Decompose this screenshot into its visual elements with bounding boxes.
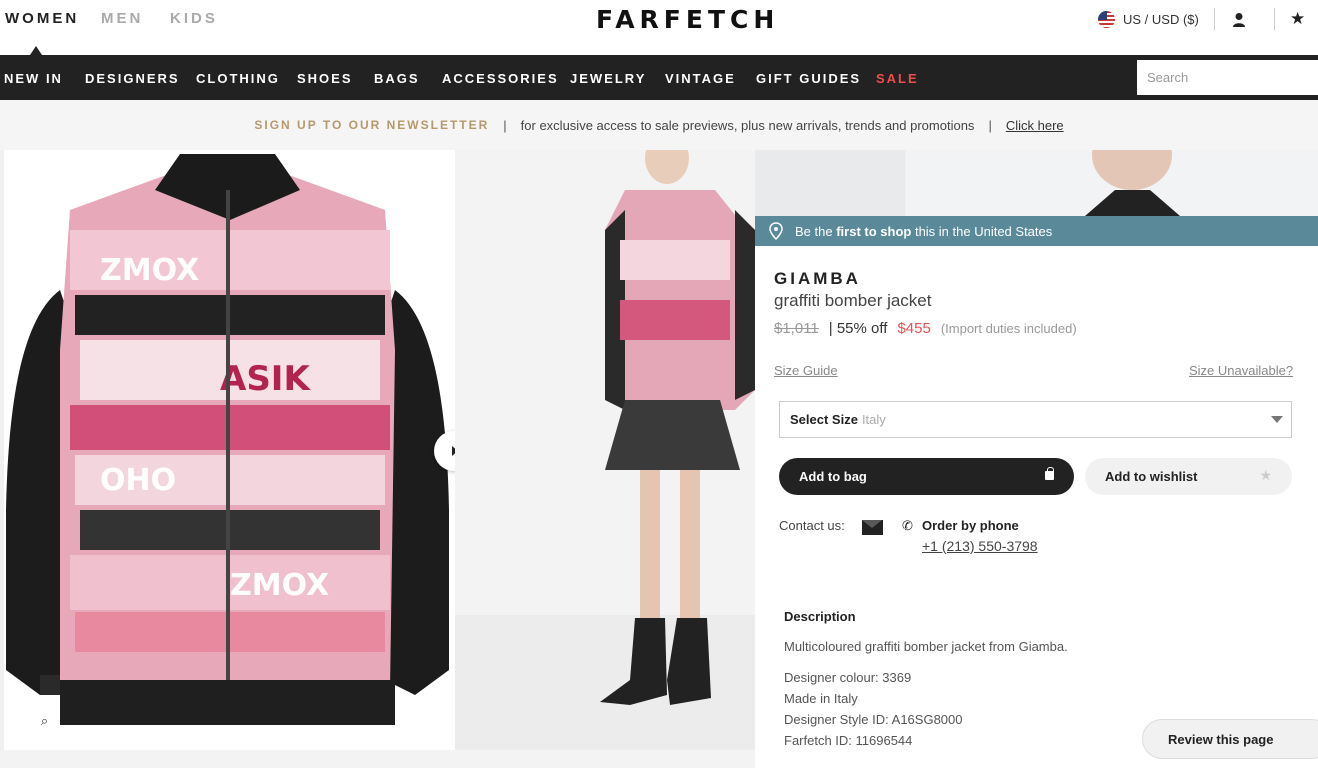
first-to-shop-banner: Be the first to shop this in the United …: [755, 216, 1318, 246]
newsletter-link[interactable]: Click here: [1006, 118, 1064, 133]
add-to-wishlist-button[interactable]: Add to wishlist ★: [1085, 458, 1292, 495]
discount: | 55% off: [828, 320, 888, 337]
svg-text:ZMOX: ZMOX: [230, 568, 329, 603]
chevron-down-icon: [1271, 416, 1283, 423]
designer-colour: Designer colour: 3369: [784, 670, 912, 685]
nav-clothing[interactable]: CLOTHING: [196, 71, 280, 86]
wishlist-star-icon[interactable]: ★: [1290, 9, 1305, 29]
phone-icon: ✆: [902, 518, 913, 533]
account-icon[interactable]: [1232, 12, 1246, 28]
size-guide-link[interactable]: Size Guide: [774, 363, 838, 378]
price-row: $1,011 | 55% off $455 (Import duties inc…: [774, 320, 1077, 337]
banner-text: Be the first to shop this in the United …: [795, 224, 1052, 239]
svg-text:ZMOX: ZMOX: [100, 253, 199, 288]
old-price: $1,011: [774, 320, 819, 337]
designer-style-id: Designer Style ID: A16SG8000: [784, 712, 963, 727]
nav-vintage[interactable]: VINTAGE: [665, 71, 736, 86]
farfetch-logo[interactable]: FARFETCH: [596, 5, 779, 34]
jacket-image: ZMOX ASIK OHO ZMOX: [0, 150, 455, 750]
svg-text:ASIK: ASIK: [220, 359, 311, 399]
newsletter-text: for exclusive access to sale previews, p…: [520, 117, 975, 133]
nav-new-in[interactable]: NEW IN: [4, 71, 63, 86]
region-label: US / USD ($): [1123, 12, 1199, 27]
nav-accessories[interactable]: ACCESSORIES: [442, 71, 559, 86]
banner-prefix: Be the: [795, 223, 833, 239]
nav-shoes[interactable]: SHOES: [297, 71, 353, 86]
designer-name[interactable]: GIAMBA: [774, 269, 861, 289]
size-unavailable-link[interactable]: Size Unavailable?: [1189, 363, 1293, 378]
search-input[interactable]: [1137, 60, 1318, 95]
order-by-phone-label: Order by phone: [922, 518, 1019, 533]
farfetch-id: Farfetch ID: 11696544: [784, 733, 913, 748]
peek-image: [755, 150, 1318, 216]
size-select-dropdown[interactable]: Select Size Italy: [779, 401, 1292, 438]
size-select-label: Select Size: [790, 412, 858, 427]
newsletter-title: SIGN UP TO OUR NEWSLETTER: [254, 118, 490, 132]
gender-tab-men[interactable]: MEN: [101, 10, 143, 27]
location-pin-icon: [769, 222, 783, 240]
divider: [1214, 8, 1215, 30]
sale-price: $455: [897, 320, 931, 337]
zoom-icon[interactable]: ⌕: [29, 705, 60, 736]
model-image: [455, 150, 755, 750]
nav-gift-guides[interactable]: GIFT GUIDES: [756, 71, 861, 86]
product-image-main[interactable]: ZMOX ASIK OHO ZMOX: [0, 150, 455, 750]
us-flag-icon: [1098, 11, 1115, 28]
product-name: graffiti bomber jacket: [774, 291, 932, 310]
nav-jewelry[interactable]: JEWELRY: [570, 71, 646, 86]
add-to-bag-label: Add to bag: [799, 469, 867, 484]
add-to-wishlist-label: Add to wishlist: [1105, 469, 1198, 484]
contact-label: Contact us:: [779, 518, 845, 533]
size-select-sub: Italy: [861, 412, 886, 427]
divider: [1274, 8, 1275, 30]
svg-text:OHO: OHO: [100, 463, 176, 498]
top-bar: WOMEN MEN KIDS FARFETCH US / USD ($) ★: [0, 0, 1318, 55]
product-image-model[interactable]: [455, 150, 755, 750]
made-in: Made in Italy: [784, 691, 858, 706]
review-this-page-button[interactable]: Review this page: [1142, 719, 1318, 759]
nav-sale[interactable]: SALE: [876, 71, 919, 86]
nav-bags[interactable]: BAGS: [374, 71, 420, 86]
region-selector[interactable]: US / USD ($): [1098, 11, 1199, 28]
add-to-bag-button[interactable]: Add to bag: [779, 458, 1074, 495]
gender-tab-women[interactable]: WOMEN: [5, 10, 79, 27]
newsletter-bar: SIGN UP TO OUR NEWSLETTER | for exclusiv…: [0, 100, 1318, 150]
main-nav: NEW IN DESIGNERS CLOTHING SHOES BAGS ACC…: [0, 55, 1318, 100]
banner-suffix: this in the United States: [914, 223, 1053, 239]
nav-designers[interactable]: DESIGNERS: [85, 71, 180, 86]
phone-number-link[interactable]: +1 (213) 550-3798: [922, 538, 1038, 554]
banner-bold: first to shop: [836, 223, 912, 239]
description-title: Description: [784, 609, 856, 624]
description-text: Multicoloured graffiti bomber jacket fro…: [784, 639, 1068, 654]
gender-tab-kids[interactable]: KIDS: [170, 10, 218, 27]
image-bottom-strip: [0, 750, 755, 768]
duties-note: (Import duties included): [940, 321, 1077, 336]
product-image-peek: [755, 150, 1318, 216]
star-icon: ★: [1259, 467, 1272, 483]
mail-icon[interactable]: [862, 520, 883, 535]
newsletter-separator: |: [503, 117, 507, 133]
newsletter-separator: |: [988, 117, 992, 133]
active-tab-indicator: [30, 46, 42, 55]
lock-icon: [1045, 467, 1054, 480]
